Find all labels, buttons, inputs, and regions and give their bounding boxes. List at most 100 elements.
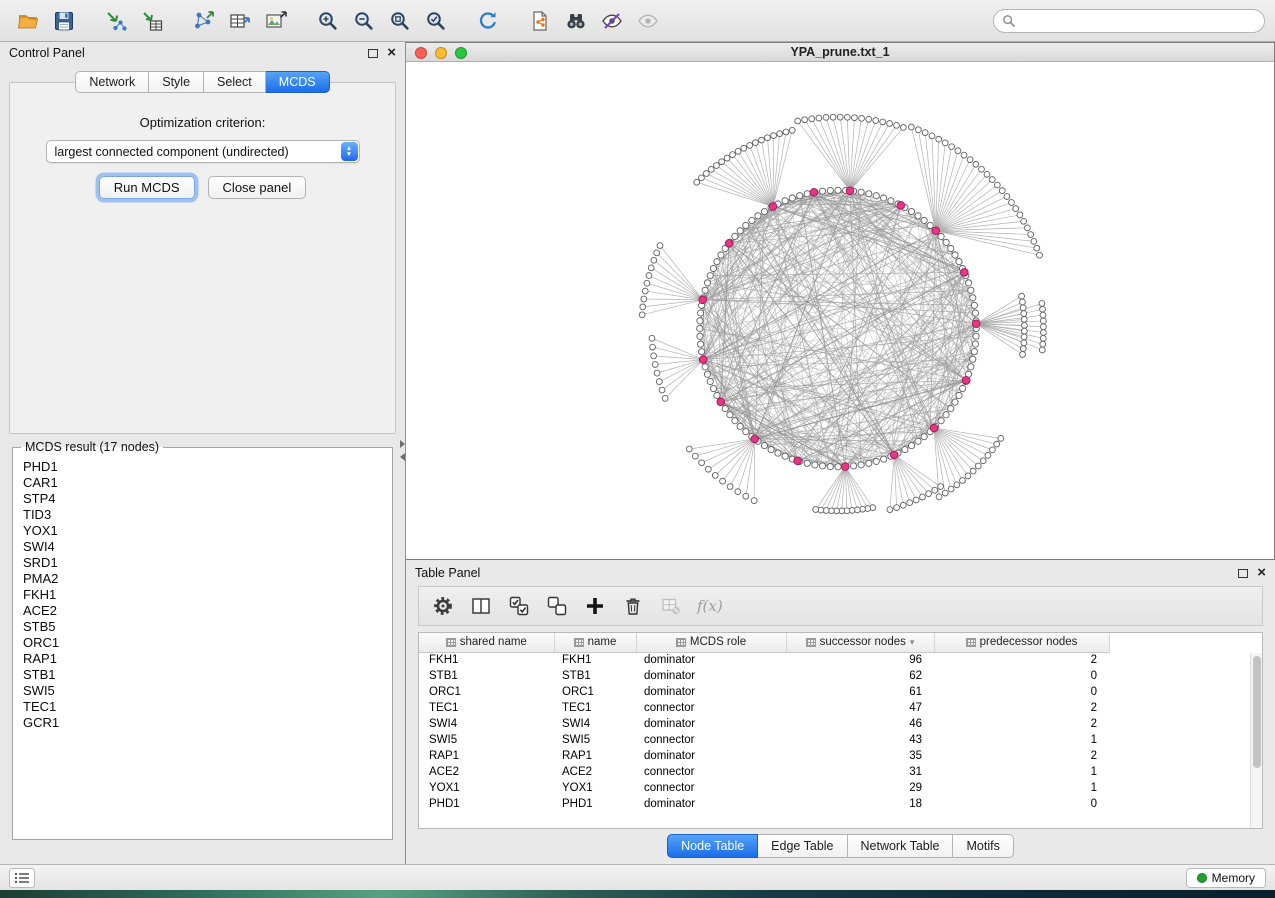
- tab-select[interactable]: Select: [204, 71, 266, 93]
- table-cell: 96: [786, 652, 934, 668]
- mcds-result-item[interactable]: RAP1: [23, 651, 392, 667]
- export-network-button[interactable]: [522, 5, 558, 37]
- import-network-button[interactable]: [98, 5, 134, 37]
- mcds-result-list[interactable]: PHD1CAR1STP4TID3YOX1SWI4SRD1PMA2FKH1ACE2…: [13, 454, 392, 831]
- close-mcds-panel-button[interactable]: Close panel: [208, 176, 307, 199]
- window-zoom-icon[interactable]: [455, 47, 467, 59]
- tab-style[interactable]: Style: [149, 71, 204, 93]
- column-header-shared-name[interactable]: shared name: [419, 633, 554, 652]
- mcds-result-item[interactable]: TEC1: [23, 699, 392, 715]
- column-header-successor-nodes[interactable]: successor nodes▾: [786, 633, 934, 652]
- mcds-result-item[interactable]: FKH1: [23, 587, 392, 603]
- refresh-view-button[interactable]: [470, 5, 506, 37]
- column-header-MCDS-role[interactable]: MCDS role: [636, 633, 786, 652]
- table-row[interactable]: SWI4SWI4dominator462: [419, 716, 1109, 732]
- table-scrollbar[interactable]: [1250, 653, 1262, 828]
- mcds-result-item[interactable]: ORC1: [23, 635, 392, 651]
- tab-network-table[interactable]: Network Table: [848, 834, 954, 858]
- open-file-button[interactable]: [10, 5, 46, 37]
- table-cell: dominator: [636, 652, 786, 668]
- table-row[interactable]: RAP1RAP1dominator352: [419, 748, 1109, 764]
- tab-network[interactable]: Network: [75, 71, 149, 93]
- zoom-fit-button[interactable]: [382, 5, 418, 37]
- table-panel-title: Table Panel: [415, 566, 480, 580]
- table-row[interactable]: YOX1YOX1connector291: [419, 780, 1109, 796]
- mcds-result-item[interactable]: TID3: [23, 507, 392, 523]
- show-details-icon: [636, 9, 660, 33]
- table-settings-button[interactable]: [427, 591, 459, 621]
- window-close-icon[interactable]: [415, 47, 427, 59]
- column-header-name[interactable]: name: [554, 633, 636, 652]
- mcds-result-item[interactable]: STB5: [23, 619, 392, 635]
- mcds-result-item[interactable]: YOX1: [23, 523, 392, 539]
- mcds-result-item[interactable]: PMA2: [23, 571, 392, 587]
- save-session-button[interactable]: [46, 5, 82, 37]
- mcds-result-item[interactable]: SWI4: [23, 539, 392, 555]
- hide-details-button[interactable]: [594, 5, 630, 37]
- table-cell: YOX1: [554, 780, 636, 796]
- export-image-button[interactable]: [258, 5, 294, 37]
- criterion-select[interactable]: largest connected component (undirected)…: [46, 140, 360, 163]
- table-cell: RAP1: [419, 748, 554, 764]
- float-panel-icon[interactable]: [368, 49, 378, 58]
- mcds-result-item[interactable]: CAR1: [23, 475, 392, 491]
- window-minimize-icon[interactable]: [435, 47, 447, 59]
- table-row[interactable]: PHD1PHD1dominator180: [419, 796, 1109, 812]
- zoom-in-button[interactable]: [310, 5, 346, 37]
- tab-motifs[interactable]: Motifs: [953, 834, 1013, 858]
- mcds-result-item[interactable]: STP4: [23, 491, 392, 507]
- table-row[interactable]: STB1STB1dominator620: [419, 668, 1109, 684]
- search-input[interactable]: [1021, 14, 1256, 28]
- zoom-selected-button[interactable]: [418, 5, 454, 37]
- search-box[interactable]: [993, 9, 1265, 33]
- network-canvas[interactable]: [406, 62, 1274, 559]
- import-table-button[interactable]: [134, 5, 170, 37]
- table-row[interactable]: SWI5SWI5connector431: [419, 732, 1109, 748]
- table-cell: 1: [934, 764, 1109, 780]
- deselect-all-rows-button[interactable]: [541, 591, 573, 621]
- column-header-predecessor-nodes[interactable]: predecessor nodes: [934, 633, 1109, 652]
- mcds-result-item[interactable]: PHD1: [23, 459, 392, 475]
- close-panel-icon[interactable]: ×: [387, 48, 396, 58]
- table-header-row: shared namenameMCDS rolesuccessor nodes▾…: [419, 633, 1109, 652]
- zoom-out-button[interactable]: [346, 5, 382, 37]
- refresh-icon: [476, 9, 500, 33]
- table-row[interactable]: ORC1ORC1dominator610: [419, 684, 1109, 700]
- show-details-button[interactable]: [630, 5, 666, 37]
- new-table-button[interactable]: [222, 5, 258, 37]
- table-cell: STB1: [419, 668, 554, 684]
- run-mcds-button[interactable]: Run MCDS: [99, 176, 195, 199]
- mcds-result-item[interactable]: GCR1: [23, 715, 392, 731]
- table-cell: 47: [786, 700, 934, 716]
- fx-icon: f(x): [695, 595, 735, 617]
- mcds-result-item[interactable]: ACE2: [23, 603, 392, 619]
- panel-menu-button[interactable]: [9, 868, 35, 888]
- table-cell: PHD1: [419, 796, 554, 812]
- table-cell: RAP1: [554, 748, 636, 764]
- network-graph[interactable]: [406, 62, 1274, 559]
- table-cell: SWI5: [554, 732, 636, 748]
- tab-edge-table[interactable]: Edge Table: [758, 834, 847, 858]
- tab-node-table[interactable]: Node Table: [667, 834, 758, 858]
- splitter-collapse-handle[interactable]: [400, 440, 410, 461]
- tab-mcds[interactable]: MCDS: [266, 71, 330, 93]
- float-table-panel-icon[interactable]: [1238, 569, 1248, 578]
- search-network-icon: [563, 9, 589, 33]
- mcds-result-item[interactable]: SRD1: [23, 555, 392, 571]
- close-table-panel-icon[interactable]: ×: [1257, 568, 1266, 578]
- new-network-button[interactable]: [186, 5, 222, 37]
- table-row[interactable]: FKH1FKH1dominator962: [419, 652, 1109, 668]
- table-row[interactable]: ACE2ACE2connector311: [419, 764, 1109, 780]
- select-all-rows-button[interactable]: [503, 591, 535, 621]
- delete-column-button[interactable]: [617, 591, 649, 621]
- table-scrollbar-thumb[interactable]: [1253, 656, 1261, 768]
- table-row[interactable]: TEC1TEC1connector472: [419, 700, 1109, 716]
- mcds-result-item[interactable]: STB1: [23, 667, 392, 683]
- mcds-result-item[interactable]: SWI5: [23, 683, 392, 699]
- search-network-button[interactable]: [558, 5, 594, 37]
- column-visibility-button[interactable]: [465, 591, 497, 621]
- network-window-titlebar[interactable]: YPA_prune.txt_1: [406, 43, 1274, 62]
- table-cell: 62: [786, 668, 934, 684]
- add-column-button[interactable]: [579, 591, 611, 621]
- memory-button[interactable]: Memory: [1186, 868, 1266, 888]
